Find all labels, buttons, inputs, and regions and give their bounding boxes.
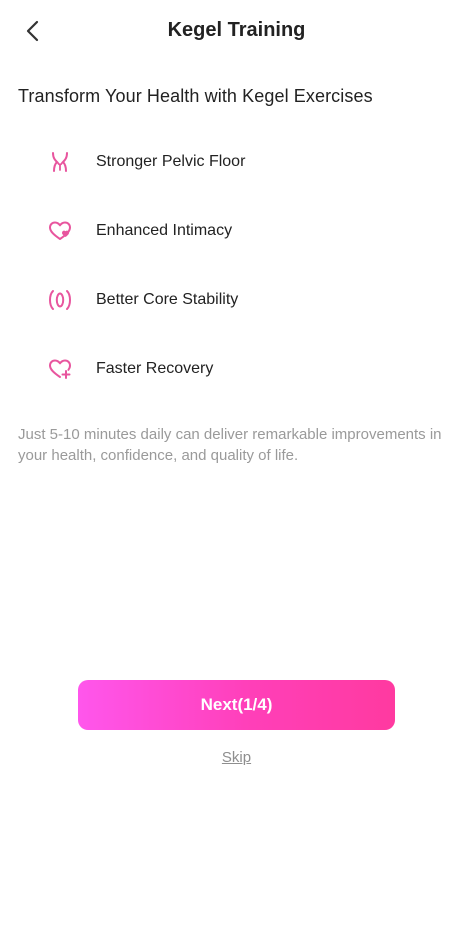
benefit-label: Better Core Stability <box>96 291 239 308</box>
benefit-item-pelvic-floor: Stronger Pelvic Floor <box>0 140 473 184</box>
heart-icon <box>47 218 73 244</box>
benefit-item-intimacy: Enhanced Intimacy <box>0 209 473 253</box>
benefit-item-core-stability: Better Core Stability <box>0 278 473 322</box>
skip-link-container: Skip <box>0 749 473 766</box>
benefit-label: Faster Recovery <box>96 360 214 377</box>
benefit-item-recovery: Faster Recovery <box>0 347 473 391</box>
benefit-note: Just 5-10 minutes daily can deliver rema… <box>18 426 442 464</box>
headline: Transform Your Health with Kegel Exercis… <box>18 86 373 106</box>
benefit-label: Stronger Pelvic Floor <box>96 153 246 170</box>
heart-plus-icon <box>47 356 73 382</box>
kegel-onboarding-screen: Kegel Training Transform Your Health wit… <box>0 0 473 930</box>
pelvis-icon <box>47 149 73 175</box>
skip-link[interactable]: Skip <box>222 749 251 766</box>
benefit-label: Enhanced Intimacy <box>96 222 233 239</box>
page-title: Kegel Training <box>167 19 306 41</box>
core-icon <box>47 287 73 313</box>
next-button[interactable]: Next(1/4) <box>78 680 395 730</box>
